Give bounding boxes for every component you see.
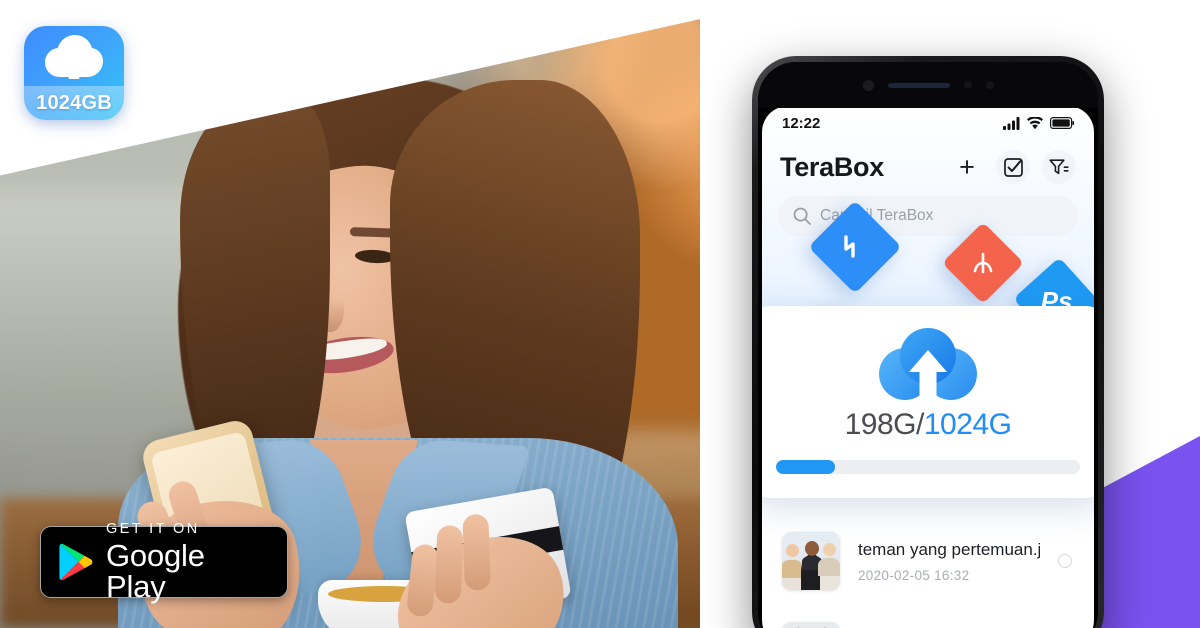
list-item[interactable]: teman yang pertemuan.jpg 2020-02-05 16:3… bbox=[762, 516, 1094, 606]
status-icons bbox=[1003, 116, 1074, 130]
promotional-banner: 1024GB GET IT ON Google Play 12:22 TeraB… bbox=[0, 0, 1200, 628]
app-title: TeraBox bbox=[780, 151, 884, 182]
proximity-sensor bbox=[963, 81, 972, 89]
storage-progress-fill bbox=[776, 460, 835, 474]
phone-screen: 12:22 TeraBox + Cari fail TeraBox Ps 198… bbox=[762, 106, 1094, 628]
badge-big-text: Google Play bbox=[106, 538, 205, 605]
wifi-icon bbox=[1027, 116, 1043, 129]
file-date: 2020-02-05 16:32 bbox=[858, 567, 970, 583]
app-icon[interactable]: 1024GB bbox=[24, 26, 124, 120]
phone-top-bezel bbox=[758, 62, 1098, 108]
storage-progress-bar bbox=[776, 460, 1080, 474]
app-icon-label: 1024GB bbox=[24, 86, 124, 120]
search-bar[interactable]: Cari fail TeraBox bbox=[778, 196, 1078, 236]
app-header: TeraBox + bbox=[762, 140, 1094, 194]
add-button[interactable]: + bbox=[950, 150, 984, 184]
status-bar: 12:22 bbox=[762, 106, 1094, 140]
storage-total: 1024G bbox=[923, 408, 1012, 441]
select-button[interactable] bbox=[996, 150, 1030, 184]
search-icon bbox=[793, 207, 811, 225]
finger bbox=[462, 513, 491, 591]
cloud-upload-icon bbox=[879, 328, 977, 400]
storage-card[interactable]: 198G/1024G bbox=[762, 306, 1094, 498]
cloud-upload-icon bbox=[45, 35, 103, 79]
file-name: teman yang pertemuan.jpg bbox=[858, 539, 1040, 559]
acrobat-glyph bbox=[973, 252, 993, 274]
filter-button[interactable] bbox=[1042, 150, 1076, 184]
signal-icon bbox=[1003, 116, 1020, 130]
filter-icon bbox=[1049, 159, 1069, 175]
status-time: 12:22 bbox=[782, 114, 821, 132]
google-play-text: GET IT ON Google Play bbox=[106, 522, 269, 603]
download-arrow-glyph bbox=[844, 235, 855, 258]
battery-icon bbox=[1050, 117, 1074, 129]
light-sensor bbox=[985, 81, 994, 89]
storage-used: 198G bbox=[844, 408, 917, 441]
badge-small-text: GET IT ON bbox=[106, 520, 200, 537]
photo-friends-thumbnail bbox=[782, 532, 840, 590]
phone-body: 12:22 TeraBox + Cari fail TeraBox Ps 198… bbox=[758, 62, 1098, 628]
file-select-checkbox[interactable] bbox=[1058, 554, 1072, 568]
phone-mockup: 12:22 TeraBox + Cari fail TeraBox Ps 198… bbox=[752, 56, 1104, 628]
search-input[interactable]: Cari fail TeraBox bbox=[820, 207, 933, 225]
list-item[interactable]: teman yang pertemuan.jpg 2020-02-05 16:3… bbox=[762, 606, 1094, 628]
storage-separator: / bbox=[915, 408, 924, 441]
checkbox-check-icon bbox=[1003, 157, 1023, 177]
google-play-triangle-icon bbox=[59, 543, 93, 581]
storage-usage-text: 198G/1024G bbox=[845, 408, 1012, 442]
plus-icon: + bbox=[959, 151, 975, 182]
file-list: teman yang pertemuan.jpg 2020-02-05 16:3… bbox=[762, 504, 1094, 628]
header-actions: + bbox=[950, 150, 1076, 184]
earpiece-speaker bbox=[887, 82, 950, 88]
finger bbox=[434, 524, 464, 604]
google-play-badge[interactable]: GET IT ON Google Play bbox=[40, 522, 288, 602]
photo-cat-thumbnail bbox=[782, 622, 840, 628]
front-camera-icon bbox=[862, 79, 874, 91]
file-info: teman yang pertemuan.jpg 2020-02-05 16:3… bbox=[858, 540, 1040, 583]
